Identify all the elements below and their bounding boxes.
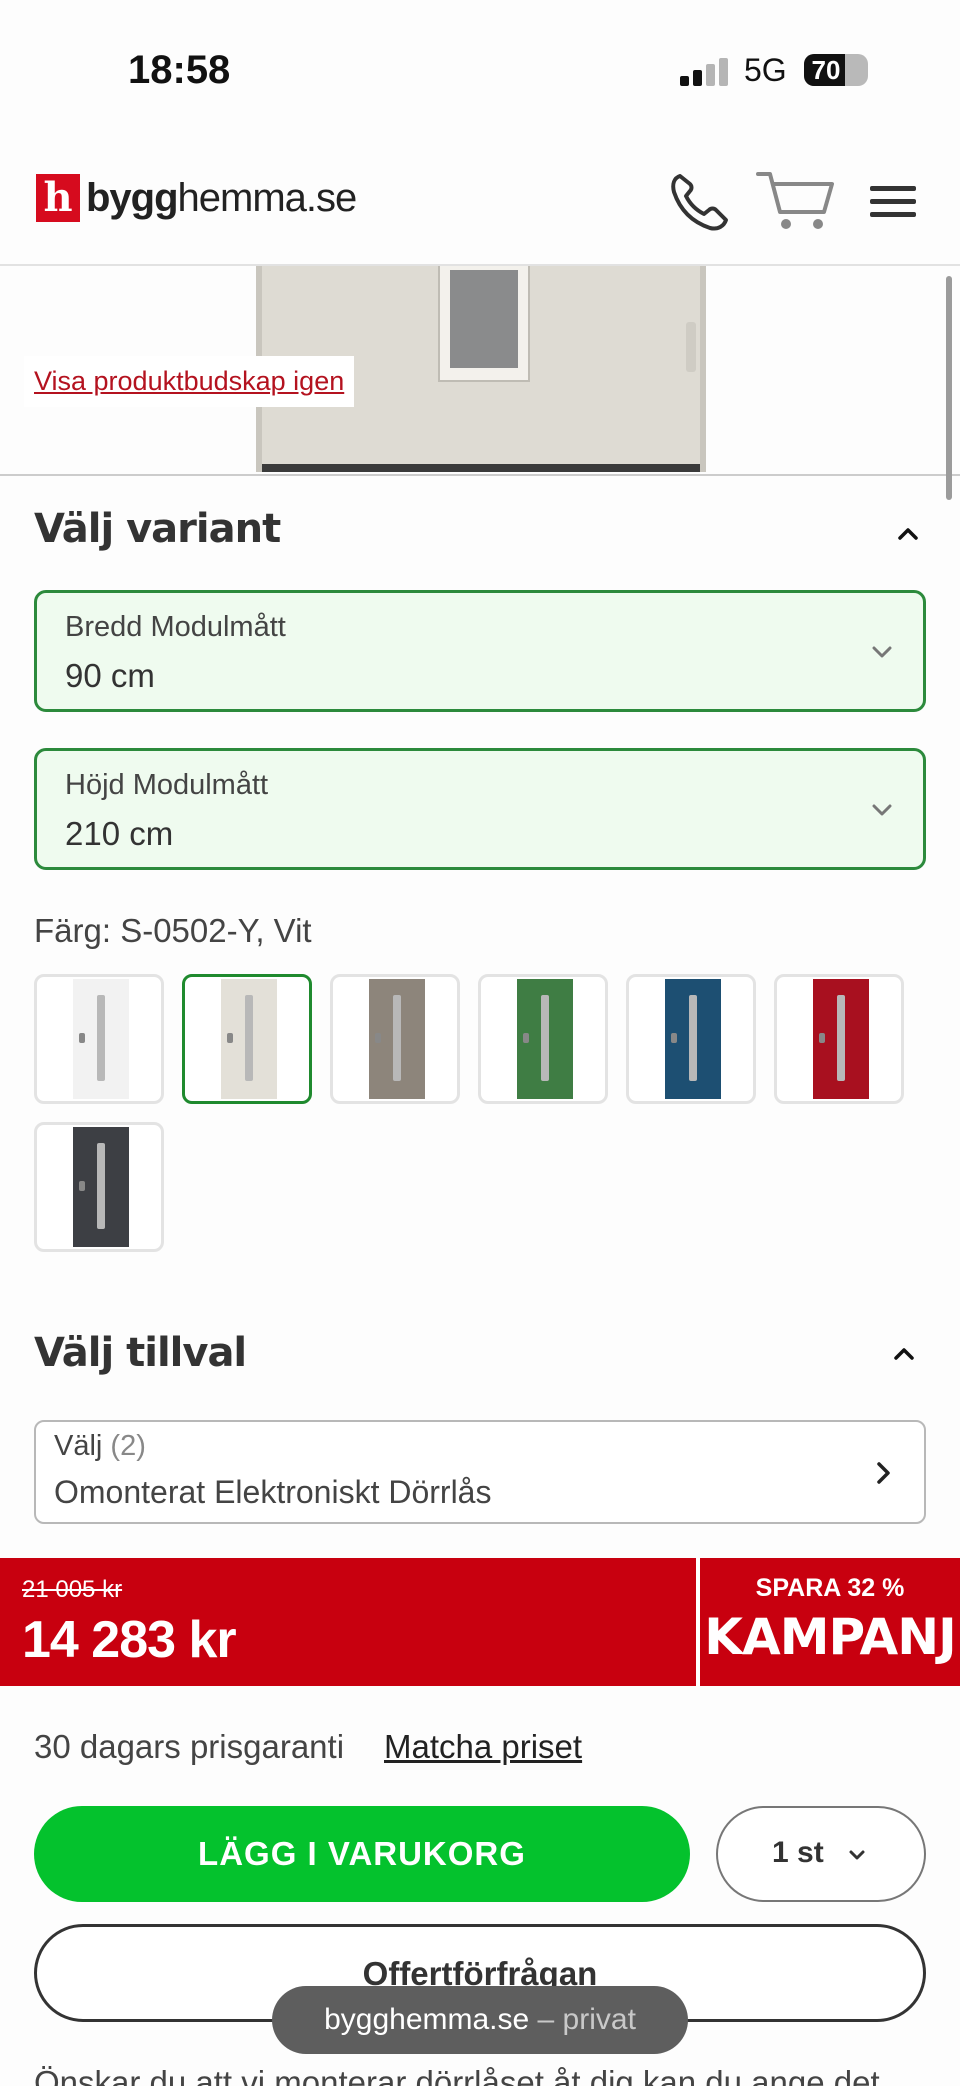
door-threshold xyxy=(262,464,700,472)
height-select-value: 210 cm xyxy=(65,815,174,852)
network-type: 5G xyxy=(744,52,787,88)
door-glass xyxy=(245,995,253,1081)
toast-suffix: – privat xyxy=(537,2003,636,2036)
color-swatch-grey-brown[interactable] xyxy=(330,974,460,1104)
door-thumbnail xyxy=(221,979,277,1099)
battery-icon: 70 xyxy=(804,54,868,86)
cart-icon[interactable] xyxy=(756,166,836,236)
options-select-value: Omonterat Elektroniskt Dörrlås xyxy=(54,1474,492,1510)
door-glass xyxy=(689,995,697,1081)
browser-domain-toast: bygghemma.se – privat xyxy=(272,1986,688,2054)
menu-icon[interactable] xyxy=(868,166,918,236)
door-window xyxy=(438,266,530,382)
options-section-title: Välj tillval xyxy=(34,1330,247,1376)
price-block: 21 005 kr 14 283 kr xyxy=(0,1558,696,1686)
door-hinge xyxy=(686,322,696,372)
door-handle xyxy=(819,1033,825,1043)
current-price: 14 283 kr xyxy=(22,1611,237,1669)
footer-text: Önskar du att vi monterar dörrlåset åt d… xyxy=(34,2064,880,2086)
old-price: 21 005 kr xyxy=(22,1576,123,1603)
chevron-down-icon xyxy=(867,637,897,667)
phone-icon[interactable] xyxy=(664,166,734,236)
height-select[interactable]: Höjd Modulmått 210 cm xyxy=(34,748,926,870)
door-thumbnail xyxy=(665,979,721,1099)
door-thumbnail xyxy=(517,979,573,1099)
door-thumbnail xyxy=(813,979,869,1099)
options-select-label: Välj (2) xyxy=(54,1430,146,1463)
site-header: h bygghemma.se xyxy=(0,130,960,266)
color-swatch-anthracite[interactable] xyxy=(34,1122,164,1252)
width-select[interactable]: Bredd Modulmått 90 cm xyxy=(34,590,926,712)
color-swatch-red[interactable] xyxy=(774,974,904,1104)
door-thumbnail xyxy=(73,979,129,1099)
color-label: Färg: S-0502-Y, Vit xyxy=(34,912,312,949)
quantity-select[interactable]: 1 st xyxy=(716,1806,926,1902)
door-thumbnail xyxy=(73,1127,129,1247)
door-glass xyxy=(393,995,401,1081)
campaign-badge: KAMPANJ xyxy=(704,1608,956,1666)
door-glass xyxy=(97,995,105,1081)
door-glass xyxy=(837,995,845,1081)
door-handle xyxy=(79,1033,85,1043)
door-handle xyxy=(227,1033,233,1043)
logo-text: bygghemma.se xyxy=(86,176,358,221)
color-swatch-green[interactable] xyxy=(478,974,608,1104)
logo-text-rest: hemma.se xyxy=(177,176,358,220)
chevron-down-icon xyxy=(867,795,897,825)
logo-text-bold: bygg xyxy=(86,176,179,220)
status-time: 18:58 xyxy=(128,48,231,92)
color-swatch-off-white[interactable] xyxy=(182,974,312,1104)
options-count: (2) xyxy=(110,1430,146,1462)
chevron-down-icon xyxy=(844,1842,870,1868)
chevron-up-icon[interactable] xyxy=(890,1340,918,1368)
options-select-label-text: Välj xyxy=(54,1430,103,1462)
door-handle xyxy=(79,1181,85,1191)
door-handle xyxy=(523,1033,529,1043)
product-image-strip: Visa produktbudskap igen xyxy=(0,266,960,476)
door-handle xyxy=(375,1033,381,1043)
price-bar: 21 005 kr 14 283 kr SPARA 32 % KAMPANJ xyxy=(0,1558,960,1686)
color-swatch-white[interactable] xyxy=(34,974,164,1104)
signal-icon xyxy=(680,56,730,86)
save-badge: SPARA 32 % xyxy=(755,1574,905,1602)
door-handle xyxy=(671,1033,677,1043)
door-thumbnail xyxy=(369,979,425,1099)
chevron-right-icon xyxy=(868,1458,898,1488)
show-product-message-link[interactable]: Visa produktbudskap igen xyxy=(24,356,355,407)
status-bar: 18:58 5G 70 xyxy=(0,0,960,130)
chevron-up-icon[interactable] xyxy=(894,520,922,548)
scrollbar[interactable] xyxy=(946,276,952,500)
match-price-link[interactable]: Matcha priset xyxy=(384,1728,582,1766)
variant-section-title: Välj variant xyxy=(34,506,281,552)
width-select-label: Bredd Modulmått xyxy=(65,611,286,643)
door-glass xyxy=(97,1143,105,1229)
height-select-label: Höjd Modulmått xyxy=(65,769,269,801)
options-select[interactable]: Välj (2) Omonterat Elektroniskt Dörrlås xyxy=(34,1420,926,1524)
logo-mark: h xyxy=(36,174,80,222)
color-swatch-blue[interactable] xyxy=(626,974,756,1104)
add-to-cart-button[interactable]: LÄGG I VARUKORG xyxy=(34,1806,690,1902)
quantity-value: 1 st xyxy=(772,1836,824,1869)
door-glass xyxy=(541,995,549,1081)
price-guarantee-text: 30 dagars prisgaranti xyxy=(34,1728,345,1765)
toast-domain: bygghemma.se xyxy=(324,2003,530,2036)
battery-level: 70 xyxy=(811,55,841,85)
width-select-value: 90 cm xyxy=(65,657,155,694)
